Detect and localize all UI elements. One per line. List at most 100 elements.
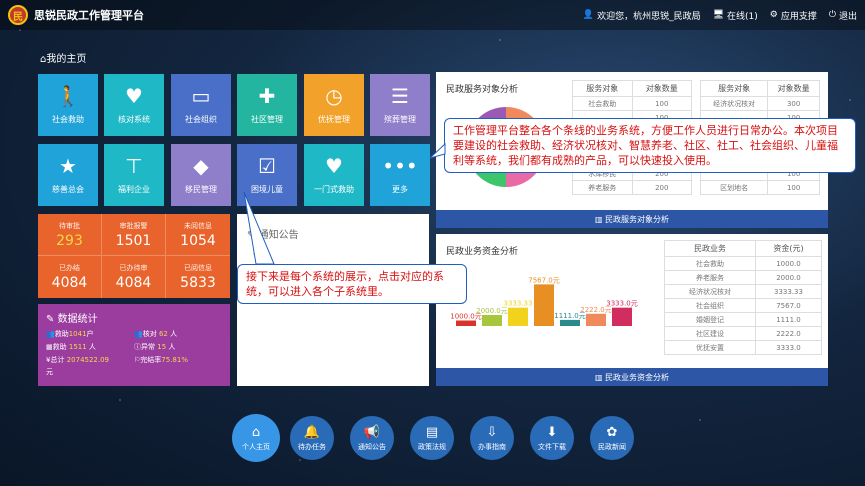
stat-unit: 元	[46, 368, 53, 376]
callout-intro: 工作管理平台整合各个条线的业务系统，方便工作人员进行日常办公。本次项目要建设的社…	[444, 118, 856, 173]
fund-panel: 民政业务资金分析 1000.0元 2000.0元 3333.33 7567.0元 111…	[436, 234, 828, 386]
table-row: 养老服务 2000.0	[664, 270, 823, 285]
online-button[interactable]: 🖥 在线(1)	[713, 9, 758, 22]
tile-11[interactable]: ♥ 一门式救助	[304, 144, 364, 206]
org-icon: ⊤	[125, 153, 143, 178]
stat-pending[interactable]: 待审批 293	[38, 214, 102, 256]
panel-title: 民政业务资金分析	[446, 247, 519, 257]
table-row: 优抚安置 3333.0	[664, 340, 823, 355]
bar-label-7: 3333.0元	[606, 300, 638, 308]
panel-footer[interactable]: ▥ 民政服务对象分析	[436, 210, 828, 228]
table-row: 经济状况核对 300	[699, 96, 820, 111]
list-icon: ☰	[391, 83, 409, 108]
bar-chart: 1000.0元2000.0元3333.337567.0元1111.0元2222.…	[450, 276, 638, 326]
table-row: 婚姻登记 1111.0	[664, 312, 823, 327]
table-row: 养老服务 200	[572, 180, 692, 195]
table-row: 社会救助 1000.0	[664, 256, 823, 271]
stat-alarm[interactable]: 审批报警 1501	[102, 214, 166, 256]
stat-line: ▦救助 1511 人	[46, 343, 96, 351]
dock-bell[interactable]: 🔔 待办任务	[290, 416, 334, 460]
table-row: 社会救助 100	[572, 96, 692, 111]
bar-label-2: 2000.0元	[476, 307, 508, 315]
tile-12[interactable]: ••• 更多	[370, 144, 430, 206]
dock-leaf[interactable]: ✿ 民政新闻	[590, 416, 634, 460]
stat-line: ¥总计 2074522.09	[46, 356, 110, 364]
bar-7	[612, 307, 632, 326]
tile-7[interactable]: ★ 慈善总会	[38, 144, 98, 206]
person-icon: 🚶	[55, 83, 81, 108]
fund-table: 民政业务 资金(元) 社会救助 1000.0 养老服务 2000.0 经济状况核对 3333.…	[664, 240, 823, 355]
book-icon: ▤	[425, 424, 439, 440]
edit-icon: ✎	[46, 314, 55, 325]
dock-megaphone[interactable]: 📢 通知公告	[350, 416, 394, 460]
stat-done-pending[interactable]: 已办待审 4084	[102, 256, 166, 298]
more-icon: •••	[382, 153, 418, 178]
panel-title: 民政服务对象分析	[446, 85, 519, 95]
callout-pointer	[429, 142, 446, 159]
dock-pin[interactable]: ⇩ 办事指南	[470, 416, 514, 460]
callout-systems: 接下来是每个系统的展示，点击对应的系统，可以进入各个子系统里。	[237, 264, 467, 304]
star-icon: ★	[59, 153, 77, 178]
support-button[interactable]: ⚙ 应用支撑	[770, 9, 817, 22]
top-bar: 民 思锐民政工作管理平台 👤 欢迎您，杭州思锐_民政局 🖥 在线(1) ⚙ 应用支撑 …	[0, 0, 865, 30]
bar-5	[560, 319, 580, 326]
user-icon: 👤	[582, 10, 595, 20]
dock-download[interactable]: ⬇ 文件下载	[530, 416, 574, 460]
table-row: 社会组织 7567.0	[664, 298, 823, 313]
desktop-icon: 🖥	[712, 10, 725, 20]
dock-home[interactable]: ⌂ 个人主页	[232, 414, 280, 462]
stat-unread[interactable]: 未阅信息 1054	[166, 214, 230, 256]
bar-4	[534, 284, 554, 326]
leaf-icon: ✿	[606, 424, 618, 440]
callout-pointer	[243, 191, 275, 265]
logo: 民	[8, 5, 28, 25]
tile-3[interactable]: ▭ 社会组织	[171, 74, 231, 136]
table-row: 社区建设 2222.0	[664, 326, 823, 341]
clock-icon: ◷	[325, 83, 343, 108]
megaphone-icon: 📢	[363, 424, 381, 440]
bar-6	[586, 313, 606, 326]
table-row: 区划地名 100	[699, 180, 820, 195]
download-icon: ⬇	[546, 424, 558, 440]
pin-icon: ⇩	[486, 424, 498, 440]
dock-book[interactable]: ▤ 政策法规	[410, 416, 454, 460]
breadcrumb: ⌂我的主页	[40, 54, 87, 65]
tile-1[interactable]: 🚶 社会救助	[38, 74, 98, 136]
stat-line: 👥核对 62 人	[134, 330, 178, 338]
heart-circle-icon: ♥	[325, 153, 343, 178]
bar-3	[508, 307, 528, 326]
gear-icon: ⚙	[769, 10, 778, 20]
bell-icon: 🔔	[303, 424, 321, 440]
check-icon: ☑	[258, 153, 276, 178]
table-row: 经济状况核对 3333.33	[664, 284, 823, 299]
welcome-user[interactable]: 👤 欢迎您，杭州思锐_民政局	[583, 9, 701, 22]
bar-label-3: 3333.33	[504, 300, 533, 308]
chart-icon: ▥	[594, 214, 603, 224]
stat-read[interactable]: 已阅信息 5833	[166, 256, 230, 298]
tile-2[interactable]: ♥ 核对系统	[104, 74, 164, 136]
tag-icon: ◆	[193, 153, 209, 178]
stats-panel: 待审批 293 审批报警 1501 未阅信息 1054 已办结 4084 已办待审 408…	[38, 214, 230, 298]
heart-icon: ♥	[125, 83, 143, 108]
app-title: 思锐民政工作管理平台	[34, 9, 144, 22]
card-icon: ▭	[191, 83, 211, 108]
logout-button[interactable]: ⏻ 退出	[829, 9, 857, 22]
power-icon: ⏻	[828, 10, 836, 20]
tile-9[interactable]: ◆ 移民管理	[171, 144, 231, 206]
panel-footer[interactable]: ▥ 民政业务资金分析	[436, 368, 828, 386]
tile-5[interactable]: ◷ 优抚管理	[304, 74, 364, 136]
stat-line: ⓘ异常 15 人	[134, 343, 176, 351]
stat-line: ⚐完结率75.81%	[134, 356, 188, 364]
chart-icon: ▥	[594, 372, 603, 382]
stat-done[interactable]: 已办结 4084	[38, 256, 102, 298]
tile-6[interactable]: ☰ 殡葬管理	[370, 74, 430, 136]
bar-1	[456, 320, 476, 326]
bar-label-4: 7567.0元	[528, 276, 560, 284]
home-icon: ⌂	[251, 424, 261, 440]
data-stats-panel: ✎ 数据统计 👥救助1041户 👥核对 62 人 ▦救助 1511 人 ⓘ异常 …	[38, 304, 230, 386]
medkit-icon: ✚	[258, 83, 276, 108]
bar-2	[482, 315, 502, 326]
tile-4[interactable]: ✚ 社区管理	[237, 74, 297, 136]
tile-8[interactable]: ⊤ 福利企业	[104, 144, 164, 206]
stat-line: 👥救助1041户	[46, 330, 94, 338]
